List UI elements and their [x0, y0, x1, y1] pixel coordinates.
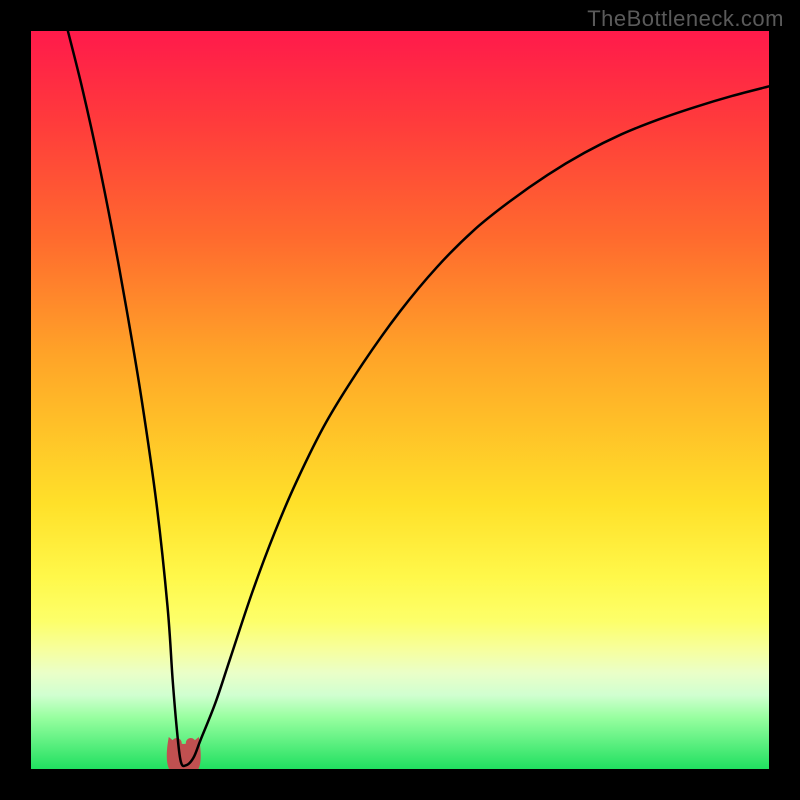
chart-frame: TheBottleneck.com [0, 0, 800, 800]
plot-area [31, 31, 769, 769]
bottleneck-chart [31, 31, 769, 769]
minimum-marker-cap [186, 738, 196, 748]
bottleneck-curve [68, 31, 769, 766]
watermark-text: TheBottleneck.com [587, 6, 784, 32]
